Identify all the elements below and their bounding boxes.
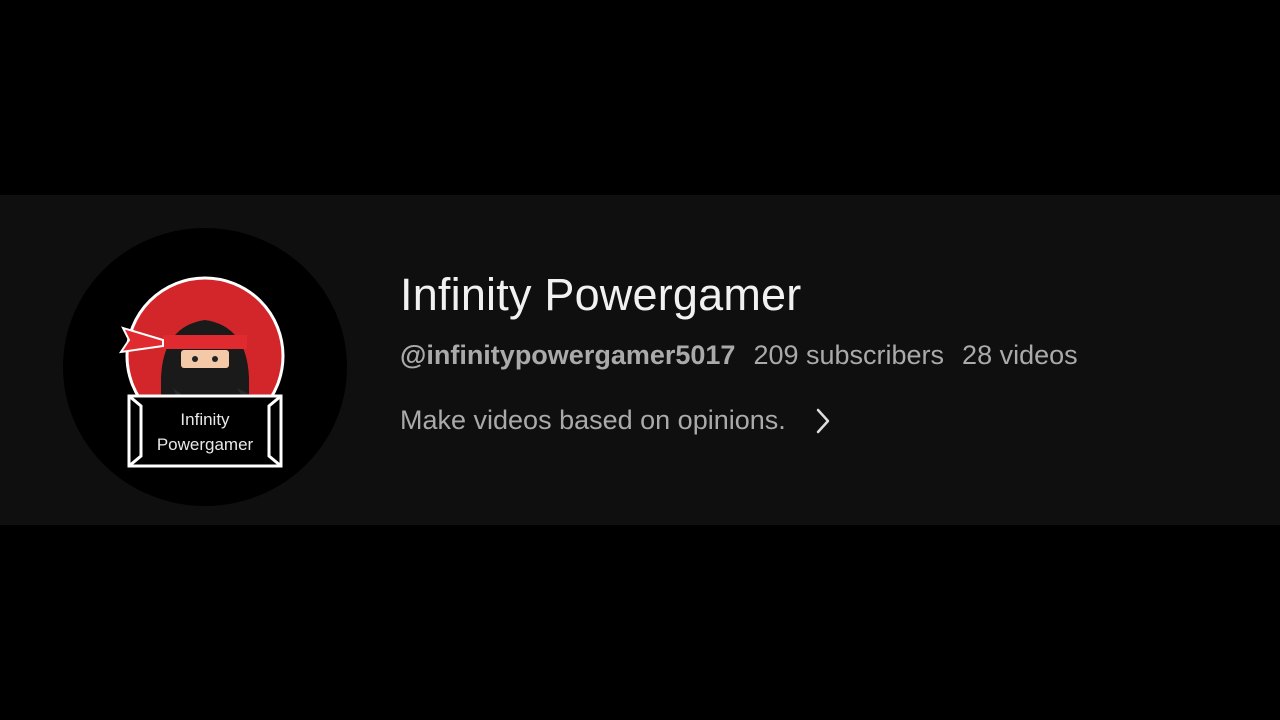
channel-avatar[interactable]: Infinity Powergamer <box>63 228 347 506</box>
screen: Infinity Powergamer Infinity Powergamer … <box>0 0 1280 720</box>
channel-handle: @infinitypowergamer5017 <box>400 339 736 370</box>
video-count: 28 videos <box>962 339 1078 370</box>
channel-description-link[interactable]: Make videos based on opinions. <box>400 405 1220 436</box>
channel-info: Infinity Powergamer @infinitypowergamer5… <box>400 265 1220 436</box>
chevron-right-icon[interactable] <box>814 406 832 436</box>
channel-meta: @infinitypowergamer5017 209 subscribers … <box>400 335 1220 375</box>
channel-description: Make videos based on opinions. <box>400 405 786 435</box>
ninja-logo-icon: Infinity Powergamer <box>118 276 285 468</box>
logo-text-line2: Powergamer <box>157 435 254 454</box>
subscriber-count: 209 subscribers <box>753 339 945 370</box>
logo-text-line1: Infinity <box>180 410 230 429</box>
channel-name: Infinity Powergamer <box>400 269 802 320</box>
channel-header: Infinity Powergamer Infinity Powergamer … <box>0 195 1280 525</box>
